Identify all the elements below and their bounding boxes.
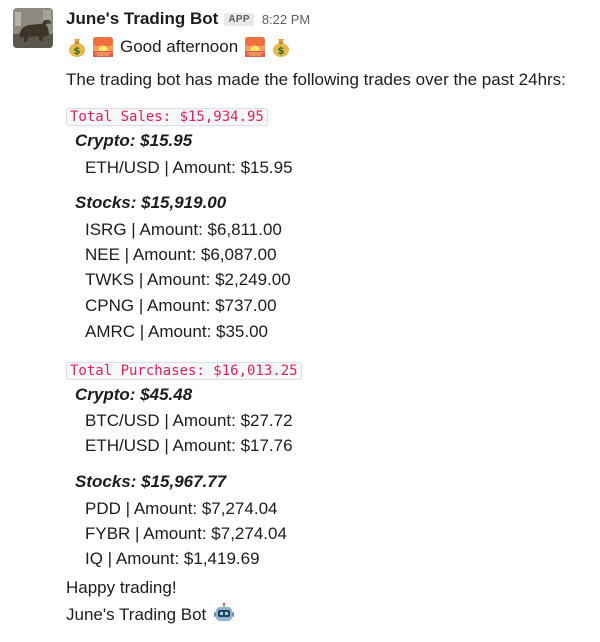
total-purchases-line: Total Purchases: $16,013.25	[66, 358, 302, 383]
purchases-stock-item: PDD | Amount: $7,274.04	[85, 499, 278, 518]
sales-stock-item: CPNG | Amount: $737.00	[85, 296, 277, 315]
sales-crypto-item: ETH/USD | Amount: $15.95	[85, 158, 293, 177]
purchases-stocks-label: Stocks: $15,967.77	[75, 472, 227, 491]
svg-text:$: $	[278, 46, 285, 57]
total-sales-line: Total Sales: $15,934.95	[66, 104, 268, 129]
intro-text: The trading bot has made the following t…	[66, 70, 566, 89]
sunrise-icon	[244, 36, 266, 58]
purchases-crypto-label: Crypto: $45.48	[75, 385, 193, 404]
signature-line: June's Trading Bot	[66, 602, 235, 627]
purchases-crypto-item: BTC/USD | Amount: $27.72	[85, 411, 293, 430]
app-badge: APP	[224, 12, 254, 26]
signature-text: June's Trading Bot	[66, 605, 207, 624]
message-header: June's Trading Bot APP 8:22 PM	[66, 8, 310, 30]
greeting-line: $ Good afternoon $	[66, 34, 292, 60]
bot-avatar[interactable]	[13, 8, 53, 48]
sunrise-icon	[92, 36, 114, 58]
greeting-text: Good afternoon	[120, 37, 239, 56]
total-purchases-code: Total Purchases: $16,013.25	[66, 362, 302, 380]
money-bag-icon: $	[270, 36, 292, 58]
closing-text: Happy trading!	[66, 578, 177, 597]
slack-message: June's Trading Bot APP 8:22 PM $ Good af…	[0, 0, 600, 642]
sales-crypto-label: Crypto: $15.95	[75, 131, 193, 150]
money-bag-icon: $	[66, 36, 88, 58]
purchases-stock-item: FYBR | Amount: $7,274.04	[85, 524, 287, 543]
purchases-crypto-item: ETH/USD | Amount: $17.76	[85, 436, 293, 455]
robot-icon	[213, 602, 235, 624]
sales-stock-item: NEE | Amount: $6,087.00	[85, 245, 277, 264]
purchases-stock-item: IQ | Amount: $1,419.69	[85, 549, 260, 568]
sales-stock-item: TWKS | Amount: $2,249.00	[85, 270, 291, 289]
sender-name[interactable]: June's Trading Bot	[66, 9, 218, 29]
bull-statue-image	[13, 8, 53, 48]
timestamp[interactable]: 8:22 PM	[262, 12, 310, 27]
sales-stocks-label: Stocks: $15,919.00	[75, 193, 227, 212]
sales-stock-item: ISRG | Amount: $6,811.00	[85, 220, 282, 239]
sales-stock-item: AMRC | Amount: $35.00	[85, 322, 269, 341]
svg-text:$: $	[74, 46, 81, 57]
total-sales-code: Total Sales: $15,934.95	[66, 108, 268, 126]
